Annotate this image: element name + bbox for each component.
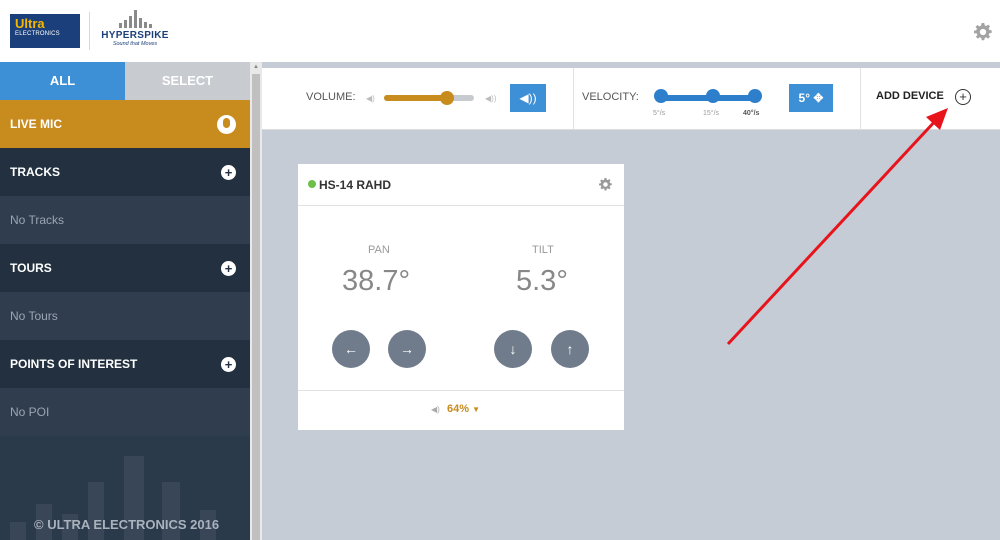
pan-label: PAN [368, 244, 390, 256]
velocity-tick-5: 5°/s [653, 110, 666, 117]
device-name: HS-14 RAHD [319, 178, 392, 192]
tracks-empty-text: No Tracks [10, 213, 65, 227]
caret-down-icon: ▼ [472, 405, 481, 414]
arrow-up-icon: ↑ [566, 341, 574, 357]
scrollbar-thumb[interactable] [252, 74, 260, 540]
section-poi: POINTS OF INTEREST + [0, 340, 250, 388]
tilt-down-button[interactable]: ↓ [494, 330, 532, 368]
logo-product-name: HYPERSPIKE [101, 30, 169, 41]
move-arrows-icon: ✥ [813, 91, 824, 105]
tab-all[interactable]: ALL [0, 62, 125, 100]
pan-left-button[interactable]: ← [332, 330, 370, 368]
add-device-label[interactable]: ADD DEVICE [876, 90, 944, 102]
velocity-handle-5[interactable] [654, 89, 668, 103]
section-tours: TOURS + [0, 244, 250, 292]
volume-label: VOLUME: [306, 91, 356, 103]
device-card-header: HS-14 RAHD [298, 164, 624, 206]
device-settings-gear-icon[interactable] [599, 178, 612, 191]
app-header: Ultra ELECTRONICS HYPERSPIKE Sound that … [0, 0, 1000, 62]
velocity-tick-40: 40°/s [743, 110, 760, 117]
velocity-handle-15[interactable] [706, 89, 720, 103]
logo-bars-icon [95, 8, 175, 28]
add-device-plus-icon[interactable]: + [955, 89, 971, 105]
add-track-plus-icon[interactable]: + [221, 164, 236, 180]
tab-select[interactable]: SELECT [125, 62, 250, 100]
logo-tagline: Sound that Moves [112, 41, 158, 47]
gear-icon[interactable] [974, 23, 992, 41]
volume-slider[interactable] [384, 91, 474, 105]
tours-empty-item: No Tours [0, 292, 250, 340]
arrow-left-icon: ← [344, 341, 358, 357]
pan-right-button[interactable]: → [388, 330, 426, 368]
section-tracks: TRACKS + [0, 148, 250, 196]
tilt-up-button[interactable]: ↑ [551, 330, 589, 368]
toolbar-divider [573, 68, 574, 130]
copyright-text: © ULTRA ELECTRONICS 2016 [34, 517, 220, 532]
microphone-icon[interactable] [217, 114, 236, 134]
logo-ultra-text: Ultra [15, 16, 45, 31]
tracks-empty-item: No Tracks [0, 196, 250, 244]
speaker-small-icon: ◀) [431, 405, 440, 414]
arrow-right-icon: → [400, 341, 414, 357]
velocity-handle-40[interactable] [748, 89, 762, 103]
ultra-electronics-logo: Ultra ELECTRONICS [10, 14, 80, 48]
pan-value: 38.7° [342, 265, 411, 297]
velocity-step-button[interactable]: 5° ✥ [789, 84, 833, 112]
mute-toggle-button[interactable]: ◀)) [510, 84, 546, 112]
section-tracks-label: TRACKS [10, 165, 60, 179]
device-volume-dropdown[interactable]: ◀) 64% ▼ [298, 390, 624, 430]
sidebar-scrollbar[interactable]: ▲ [250, 62, 262, 540]
add-tour-plus-icon[interactable]: + [221, 260, 236, 276]
scroll-up-arrow-icon[interactable]: ▲ [253, 64, 259, 70]
logo-divider [89, 12, 90, 50]
poi-empty-item: No POI [0, 388, 250, 436]
speaker-icon: ◀)) [519, 91, 537, 105]
tilt-label: TILT [532, 244, 554, 256]
tours-empty-text: No Tours [10, 309, 58, 323]
live-mic-label: LIVE MIC [10, 117, 63, 131]
logo-ultra-sub: ELECTRONICS [15, 31, 60, 37]
device-status-dot [308, 180, 316, 188]
device-card: HS-14 RAHD PAN 38.7° TILT 5.3° ← → ↓ ↑ ◀… [298, 164, 624, 430]
velocity-step-value: 5° [798, 91, 811, 105]
sidebar: ALL SELECT LIVE MIC TRACKS + No Tracks T… [0, 62, 250, 540]
control-toolbar: VOLUME: ◀) ◀)) ◀)) VELOCITY: 5°/s 15°/s … [262, 68, 1000, 130]
annotation-arrow-line [726, 116, 940, 346]
device-volume-value: 64% ▼ [447, 403, 481, 415]
volume-low-icon: ◀) [366, 94, 375, 103]
velocity-label: VELOCITY: [582, 91, 639, 103]
hyperspike-logo: HYPERSPIKE Sound that Moves [95, 8, 175, 56]
poi-empty-text: No POI [10, 405, 50, 419]
section-poi-label: POINTS OF INTEREST [10, 357, 138, 371]
tilt-value: 5.3° [516, 265, 568, 297]
volume-slider-handle[interactable] [440, 91, 454, 105]
live-mic-row[interactable]: LIVE MIC [0, 100, 250, 148]
velocity-tick-15: 15°/s [703, 110, 720, 117]
volume-slider-fill [384, 95, 447, 101]
arrow-down-icon: ↓ [509, 341, 517, 357]
sidebar-tabs: ALL SELECT [0, 62, 250, 100]
section-tours-label: TOURS [10, 261, 52, 275]
volume-high-icon: ◀)) [485, 94, 497, 103]
add-poi-plus-icon[interactable]: + [221, 356, 236, 372]
toolbar-divider-2 [860, 68, 861, 130]
